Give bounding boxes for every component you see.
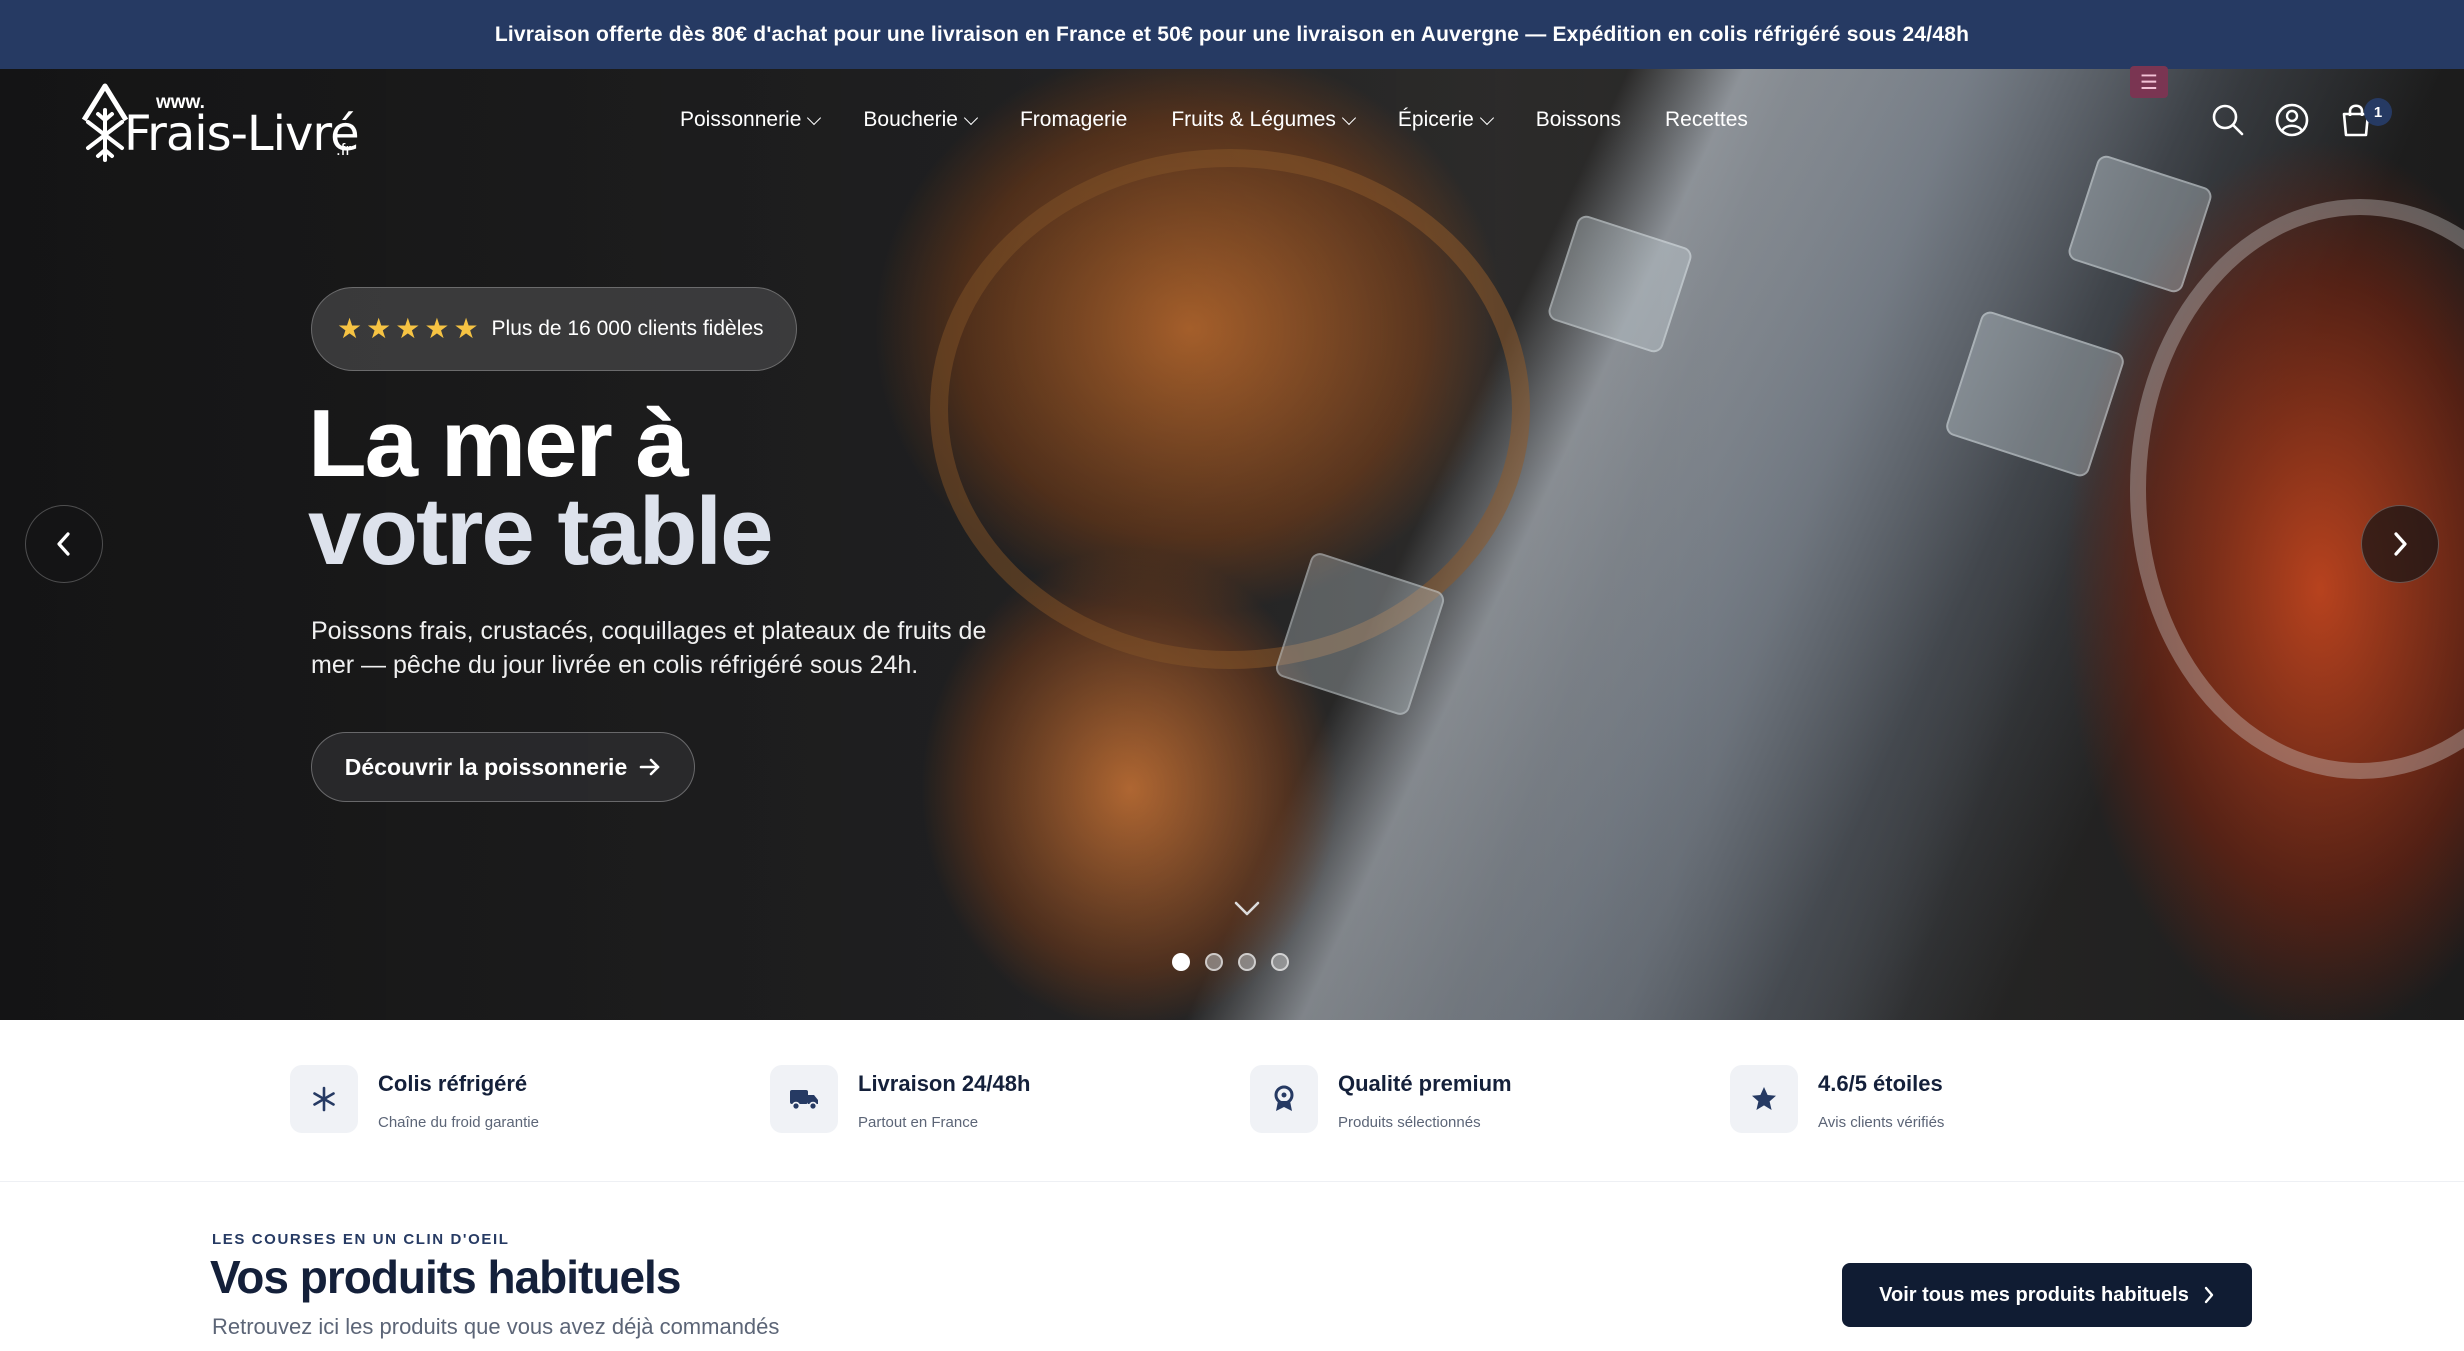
feature-subtitle: Chaîne du froid garantie — [378, 1114, 539, 1131]
chevron-down-icon — [1341, 110, 1356, 125]
hero-cta-button[interactable]: Découvrir la poissonnerie — [311, 732, 695, 802]
slider-dot[interactable] — [1271, 953, 1289, 971]
main-nav: Poissonnerie Boucherie Fromagerie Fruits… — [680, 100, 1792, 140]
feature-subtitle: Produits sélectionnés — [1338, 1114, 1481, 1131]
nav-label: Fromagerie — [1019, 108, 1128, 131]
slider-dots — [1172, 953, 1289, 971]
chevron-down-icon — [1479, 110, 1494, 125]
feature-title: 4.6/5 étoiles — [1818, 1071, 1943, 1096]
announcement-bar: Livraison offerte dès 80€ d'achat pour u… — [0, 0, 2464, 69]
view-usual-products-button[interactable]: Voir tous mes produits habituels — [1842, 1263, 2252, 1327]
feature-delivery: Livraison 24/48h Partout en France — [770, 1065, 1030, 1137]
snowflake-house-icon — [81, 83, 129, 162]
star-icon: ★ — [395, 313, 421, 344]
chevron-down-icon — [963, 110, 979, 125]
nav-item-poissonnerie[interactable]: Poissonnerie — [680, 108, 822, 132]
cta-label: Découvrir la poissonnerie — [344, 753, 628, 780]
star-icon — [1730, 1065, 1798, 1133]
rating-stars: ★ ★ ★ ★ ★ — [337, 315, 479, 343]
logo-brand: Frais-Livré — [124, 106, 360, 162]
slider-prev-button[interactable] — [25, 505, 103, 583]
section-subtitle: Retrouvez ici les produits que vous avez… — [212, 1314, 780, 1339]
rating-badge: ★ ★ ★ ★ ★ Plus de 16 000 clients fidèles — [311, 287, 797, 371]
hero-subtitle: Poissons frais, crustacés, coquillages e… — [311, 617, 987, 679]
nav-item-boucherie[interactable]: Boucherie — [863, 108, 979, 132]
nav-label: Fruits & Légumes — [1171, 108, 1336, 131]
chevron-right-icon — [2204, 1286, 2214, 1304]
nav-item-boissons[interactable]: Boissons — [1536, 108, 1621, 132]
chevron-left-icon — [57, 532, 70, 556]
rating-text: Plus de 16 000 clients fidèles — [491, 317, 764, 340]
search-button[interactable] — [2208, 100, 2248, 140]
feature-quality: Qualité premium Produits sélectionnés — [1250, 1065, 1512, 1137]
arrow-right-icon — [639, 758, 660, 776]
slider-dot[interactable] — [1172, 953, 1190, 971]
chevron-down-icon — [807, 110, 822, 125]
star-icon: ★ — [366, 313, 392, 344]
award-icon — [1250, 1065, 1318, 1133]
nav-label: Boissons — [1535, 108, 1622, 131]
features-strip: Colis réfrigéré Chaîne du froid garantie… — [0, 1020, 2464, 1182]
feature-subtitle: Partout en France — [858, 1114, 979, 1131]
feature-title: Qualité premium — [1338, 1071, 1512, 1096]
site-logo[interactable]: www. Frais-Livré .fr — [80, 80, 360, 166]
star-icon: ★ — [337, 313, 363, 344]
account-button[interactable] — [2272, 100, 2312, 140]
section-title: Vos produits habituels — [210, 1251, 681, 1303]
nav-item-fruits-legumes[interactable]: Fruits & Légumes — [1171, 108, 1356, 132]
nav-item-epicerie[interactable]: Épicerie — [1397, 108, 1494, 132]
star-icon: ★ — [424, 313, 450, 344]
nav-label: Recettes — [1665, 108, 1748, 131]
account-icon — [2275, 103, 2309, 137]
search-icon — [2212, 104, 2244, 136]
feature-cold-package: Colis réfrigéré Chaîne du froid garantie — [290, 1065, 539, 1137]
logo-tld: .fr — [336, 140, 352, 159]
slider-dot[interactable] — [1238, 953, 1256, 971]
slider-next-button[interactable] — [2361, 505, 2439, 583]
chevron-down-icon — [1234, 901, 1260, 916]
slider-dot[interactable] — [1205, 953, 1223, 971]
feature-rating: 4.6/5 étoiles Avis clients vérifiés — [1730, 1065, 1944, 1137]
nav-label: Poissonnerie — [680, 108, 802, 131]
star-icon: ★ — [453, 313, 479, 344]
feature-title: Livraison 24/48h — [858, 1071, 1031, 1096]
announcement-text: Livraison offerte dès 80€ d'achat pour u… — [494, 22, 1970, 46]
section-eyebrow: LES COURSES EN UN CLIN D'OEIL — [212, 1231, 510, 1248]
hero-title: La mer à votre table — [308, 396, 1208, 585]
menu-toggle-button[interactable]: ☰ — [2130, 66, 2168, 98]
cart-count-badge: 1 — [2364, 98, 2392, 126]
feature-title: Colis réfrigéré — [378, 1071, 528, 1096]
nav-item-fromagerie[interactable]: Fromagerie — [1020, 108, 1127, 132]
snowflake-icon — [290, 1065, 358, 1133]
nav-label: Épicerie — [1397, 108, 1474, 131]
truck-icon — [770, 1065, 838, 1133]
feature-subtitle: Avis clients vérifiés — [1818, 1114, 1945, 1131]
chevron-right-icon — [2394, 532, 2407, 556]
scroll-down-button[interactable] — [1233, 900, 1261, 923]
nav-label: Boucherie — [863, 108, 958, 131]
button-label: Voir tous mes produits habituels — [1879, 1283, 2189, 1306]
hero-title-line2: votre table — [308, 478, 773, 585]
nav-item-recettes[interactable]: Recettes — [1665, 108, 1748, 132]
